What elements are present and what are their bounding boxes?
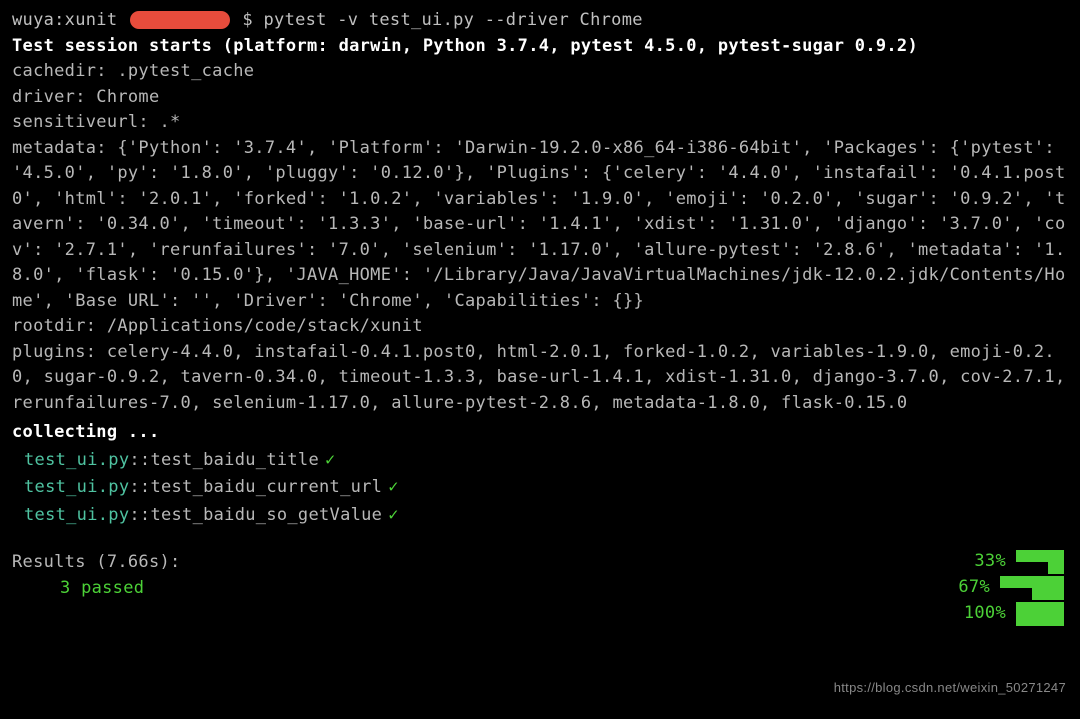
prompt-dollar: $ — [232, 10, 253, 30]
check-icon: ✓ — [325, 448, 336, 474]
test-name: test_baidu_title — [150, 448, 319, 474]
check-icon: ✓ — [388, 475, 399, 501]
collecting-line: collecting ... — [12, 420, 1068, 446]
redacted-block — [130, 11, 230, 29]
test-name: test_baidu_current_url — [150, 475, 382, 501]
test-result-row: test_ui.py::test_baidu_title ✓ — [12, 448, 1068, 474]
watermark-text: https://blog.csdn.net/weixin_50271247 — [834, 678, 1066, 698]
rootdir-line: rootdir: /Applications/code/stack/xunit — [12, 314, 1068, 340]
percent-value: 33% — [974, 549, 1008, 575]
driver-line: driver: Chrome — [12, 85, 1068, 111]
progress-row: 67% — [884, 575, 1064, 601]
cachedir-line: cachedir: .pytest_cache — [12, 59, 1068, 85]
test-file: test_ui.py — [12, 503, 129, 529]
progress-bar — [1000, 576, 1064, 600]
progress-row: 33% — [884, 549, 1064, 575]
test-separator: :: — [129, 475, 150, 501]
sensitiveurl-line: sensitiveurl: .* — [12, 110, 1068, 136]
check-icon: ✓ — [388, 503, 399, 529]
shell-command[interactable]: pytest -v test_ui.py --driver Chrome — [253, 10, 643, 30]
progress-bar-step — [1016, 562, 1048, 574]
metadata-line: metadata: {'Python': '3.7.4', 'Platform'… — [12, 136, 1068, 315]
progress-column: 33% 67% 100% — [884, 549, 1064, 627]
test-result-row: test_ui.py::test_baidu_current_url ✓ — [12, 475, 1068, 501]
test-result-row: test_ui.py::test_baidu_so_getValue ✓ — [12, 503, 1068, 529]
test-file: test_ui.py — [12, 475, 129, 501]
progress-row: 100% — [884, 601, 1064, 627]
test-separator: :: — [129, 503, 150, 529]
plugins-line: plugins: celery-4.4.0, instafail-0.4.1.p… — [12, 340, 1068, 417]
test-separator: :: — [129, 448, 150, 474]
test-file: test_ui.py — [12, 448, 129, 474]
progress-bar — [1016, 550, 1064, 574]
terminal-output: wuya:xunit $ pytest -v test_ui.py --driv… — [12, 8, 1068, 601]
shell-prompt-line: wuya:xunit $ pytest -v test_ui.py --driv… — [12, 8, 1068, 34]
user-host: wuya:xunit — [12, 10, 128, 30]
spacer — [12, 528, 1068, 550]
percent-value: 100% — [964, 601, 1008, 627]
session-header: Test session starts (platform: darwin, P… — [12, 34, 1068, 60]
percent-value: 67% — [958, 575, 992, 601]
progress-bar — [1016, 602, 1064, 626]
test-name: test_baidu_so_getValue — [150, 503, 382, 529]
progress-bar-step — [1000, 588, 1032, 600]
